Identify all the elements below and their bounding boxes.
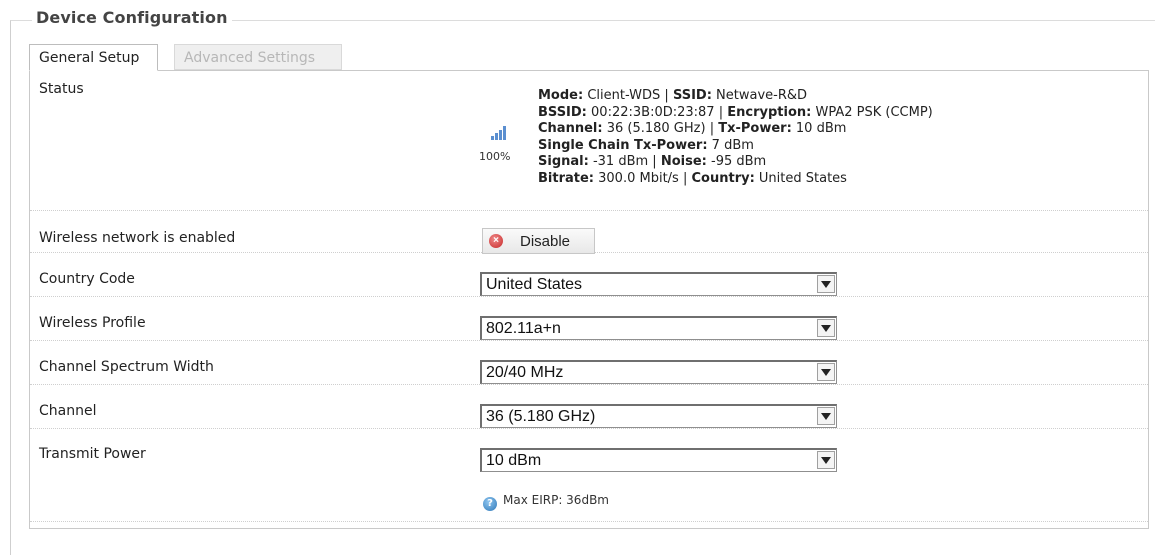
channel-select[interactable]: 36 (5.180 GHz) bbox=[480, 404, 837, 428]
wireless-profile-label: Wireless Profile bbox=[39, 315, 146, 331]
disable-button[interactable]: × Disable bbox=[482, 228, 595, 254]
channel-width-label: Channel Spectrum Width bbox=[39, 359, 214, 375]
status-line-single-chain: Single Chain Tx-Power: 7 dBm bbox=[538, 137, 754, 153]
transmit-power-select[interactable]: 10 dBm bbox=[480, 448, 837, 472]
channel-width-row: Channel Spectrum Width 20/40 MHz bbox=[30, 341, 1148, 385]
wireless-enabled-row: Wireless network is enabled × Disable bbox=[30, 211, 1148, 254]
channel-width-select[interactable]: 20/40 MHz bbox=[480, 360, 837, 384]
chevron-down-icon[interactable] bbox=[817, 451, 835, 469]
transmit-power-label: Transmit Power bbox=[39, 446, 146, 462]
channel-label: Channel bbox=[39, 403, 97, 419]
status-line-channel: Channel: 36 (5.180 GHz) | Tx-Power: 10 d… bbox=[538, 121, 847, 136]
signal-strength-icon bbox=[491, 126, 507, 140]
status-line-mode: Mode: Client-WDS | SSID: Netwave-R&D bbox=[538, 88, 808, 103]
tab-advanced-settings[interactable]: Advanced Settings bbox=[174, 44, 342, 70]
wireless-enabled-label: Wireless network is enabled bbox=[39, 230, 236, 246]
country-code-label: Country Code bbox=[39, 271, 135, 287]
status-row: Status 100% Mode: Client-WDS | SSID: Net… bbox=[30, 71, 1148, 211]
status-label: Status bbox=[39, 81, 84, 97]
signal-percent: 100% bbox=[479, 150, 511, 163]
chevron-down-icon[interactable] bbox=[817, 319, 835, 337]
chevron-down-icon[interactable] bbox=[817, 275, 835, 293]
country-code-row: Country Code United States bbox=[30, 253, 1148, 297]
section-legend: Device Configuration bbox=[32, 8, 232, 27]
status-line-bssid: BSSID: 00:22:3B:0D:23:87 | Encryption: W… bbox=[538, 104, 933, 120]
channel-row: Channel 36 (5.180 GHz) bbox=[30, 385, 1148, 429]
wireless-profile-select[interactable]: 802.11a+n bbox=[480, 316, 837, 340]
close-icon: × bbox=[489, 234, 503, 248]
general-setup-panel: Status 100% Mode: Client-WDS | SSID: Net… bbox=[29, 70, 1149, 529]
tab-general-setup[interactable]: General Setup bbox=[29, 44, 158, 71]
country-code-select[interactable]: United States bbox=[480, 272, 837, 296]
status-line-bitrate: Bitrate: 300.0 Mbit/s | Country: United … bbox=[538, 170, 847, 186]
chevron-down-icon[interactable] bbox=[817, 363, 835, 381]
chevron-down-icon[interactable] bbox=[817, 407, 835, 425]
wireless-profile-row: Wireless Profile 802.11a+n bbox=[30, 297, 1148, 341]
help-icon[interactable]: ? bbox=[483, 497, 497, 511]
max-eirp-help: ? Max EIRP: 36dBm bbox=[483, 493, 609, 511]
status-info: Mode: Client-WDS | SSID: Netwave-R&D BSS… bbox=[538, 88, 933, 187]
transmit-power-row: Transmit Power 10 dBm ? Max EIRP: 36dBm bbox=[30, 429, 1148, 522]
status-line-signal: Signal: -31 dBm | Noise: -95 dBm bbox=[538, 154, 767, 169]
